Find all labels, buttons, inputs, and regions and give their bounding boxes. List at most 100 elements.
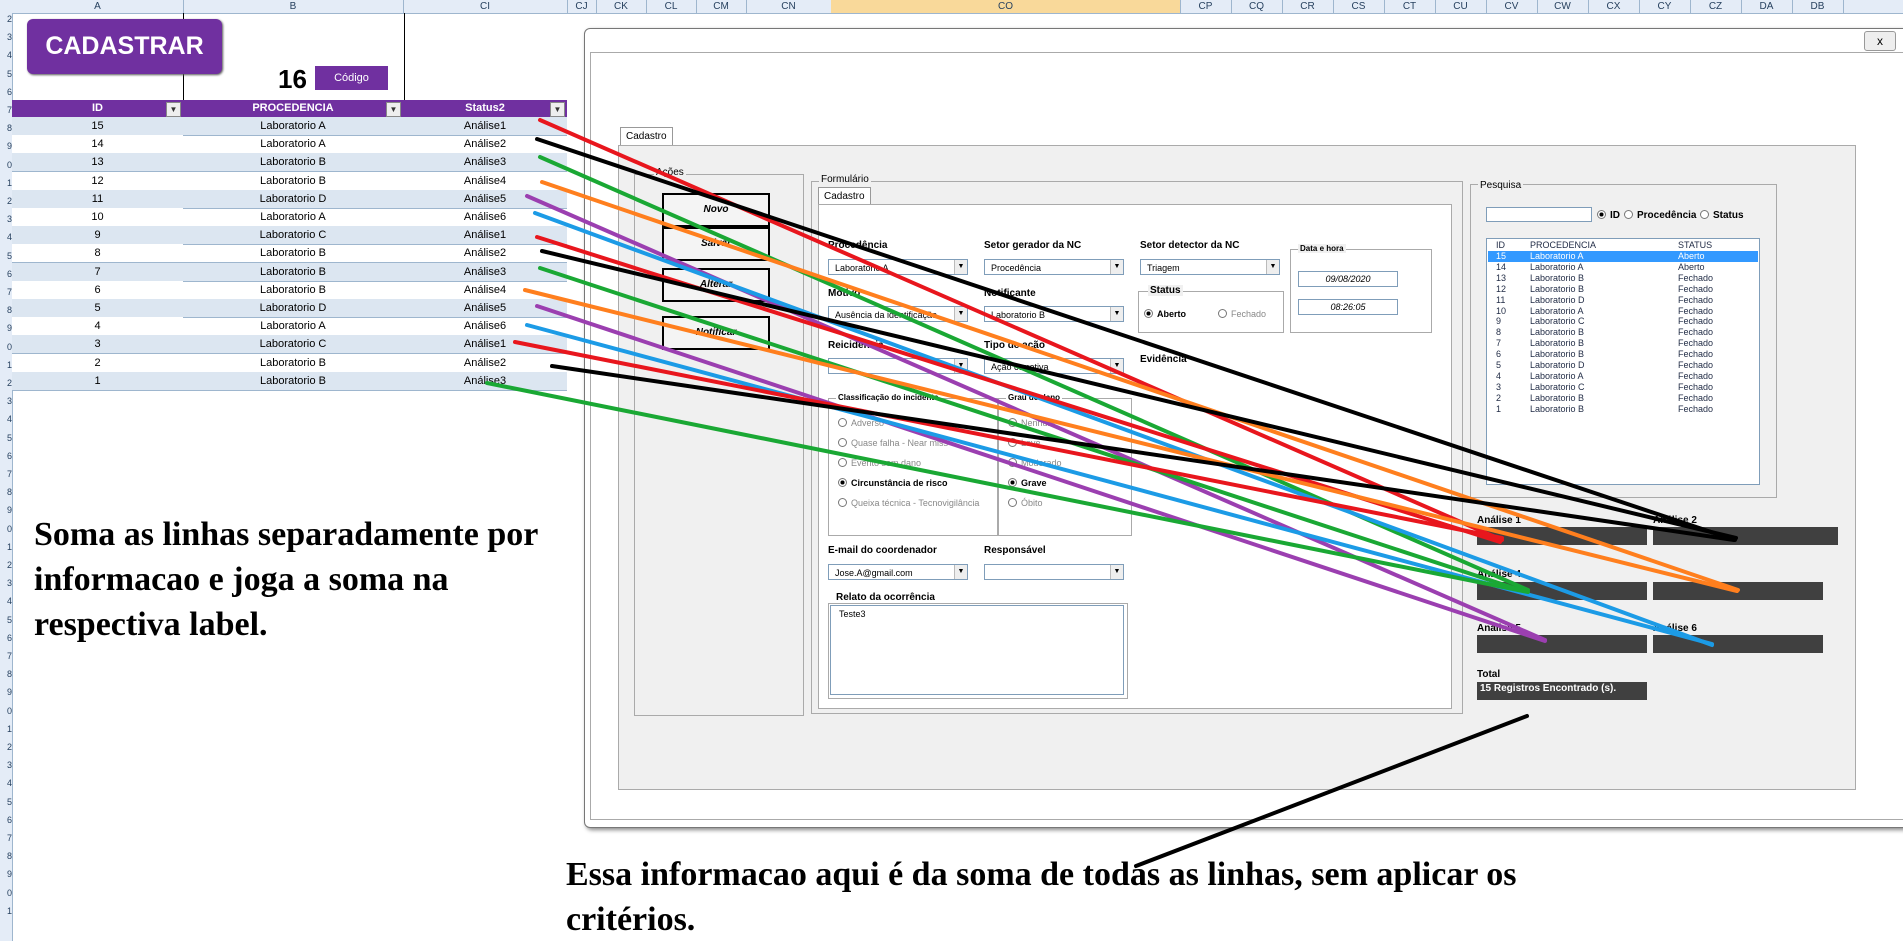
list-item[interactable]: 3 Laboratorio C Fechado <box>1488 382 1758 393</box>
motivo-combo[interactable]: Ausência da identificação ▼ <box>828 306 968 322</box>
column-header-cell[interactable]: CS <box>1333 0 1385 13</box>
list-item[interactable]: 1 Laboratorio B Fechado <box>1488 404 1758 415</box>
classificacao-option[interactable]: Queixa técnica - Tecnovigilância <box>838 498 979 508</box>
row-header-cell[interactable]: 1 <box>0 906 12 916</box>
table-row[interactable]: 4 Laboratorio A Análise6 <box>12 317 567 337</box>
list-item[interactable]: 4 Laboratorio A Fechado <box>1488 371 1758 382</box>
row-header-cell[interactable]: 3 <box>0 760 12 770</box>
list-item[interactable]: 2 Laboratorio B Fechado <box>1488 393 1758 404</box>
chevron-down-icon[interactable]: ▼ <box>1110 359 1123 373</box>
row-header-cell[interactable]: 9 <box>0 869 12 879</box>
row-header-cell[interactable]: 2 <box>0 378 12 388</box>
email-combo[interactable]: Jose.A@gmail.com ▼ <box>828 564 968 580</box>
row-header-cell[interactable]: 2 <box>0 742 12 752</box>
column-header-cell[interactable]: CU <box>1435 0 1487 13</box>
row-header-cell[interactable]: 6 <box>0 815 12 825</box>
chevron-down-icon[interactable]: ▼ <box>1110 565 1123 579</box>
row-header-cell[interactable]: 0 <box>0 888 12 898</box>
table-row[interactable]: 5 Laboratorio D Análise5 <box>12 299 567 318</box>
column-header-cell[interactable]: CX <box>1588 0 1640 13</box>
grau-option[interactable]: Leve <box>1008 438 1041 448</box>
column-header-cell[interactable]: CT <box>1384 0 1436 13</box>
list-item[interactable]: 15 Laboratorio A Aberto <box>1488 251 1758 262</box>
row-header-cell[interactable]: 2 <box>0 196 12 206</box>
search-option-procedencia[interactable]: Procedência <box>1624 210 1696 221</box>
chevron-down-icon[interactable]: ▼ <box>954 359 967 373</box>
table-row[interactable]: 10 Laboratorio A Análise6 <box>12 208 567 227</box>
row-header-cell[interactable]: 7 <box>0 287 12 297</box>
row-header-cell[interactable]: 8 <box>0 487 12 497</box>
row-header-cell[interactable]: 1 <box>0 724 12 734</box>
row-header-cell[interactable]: 8 <box>0 305 12 315</box>
list-item[interactable]: 7 Laboratorio B Fechado <box>1488 338 1758 349</box>
grau-option[interactable]: Grave <box>1008 478 1047 488</box>
row-header-cell[interactable]: 4 <box>0 778 12 788</box>
row-header-cell[interactable]: 3 <box>0 578 12 588</box>
list-item[interactable]: 11 Laboratorio D Fechado <box>1488 295 1758 306</box>
list-item[interactable]: 10 Laboratorio A Fechado <box>1488 306 1758 317</box>
column-header-cell[interactable]: CR <box>1282 0 1334 13</box>
row-header-cell[interactable]: 6 <box>0 87 12 97</box>
date-field[interactable]: 09/08/2020 <box>1298 271 1398 287</box>
row-header-cell[interactable]: 7 <box>0 651 12 661</box>
notificar-button[interactable]: Notificar <box>662 316 770 350</box>
row-header-cell[interactable]: 5 <box>0 797 12 807</box>
filter-dropdown-icon[interactable]: ▼ <box>386 102 401 117</box>
row-header-cell[interactable]: 1 <box>0 178 12 188</box>
row-header-cell[interactable]: 5 <box>0 69 12 79</box>
tab-cadastro-inner[interactable]: Cadastro <box>818 187 871 205</box>
row-header-cell[interactable]: 6 <box>0 451 12 461</box>
column-header-cell[interactable]: CK <box>596 0 647 13</box>
row-header-cell[interactable]: 4 <box>0 414 12 424</box>
row-header-cell[interactable]: 8 <box>0 669 12 679</box>
close-icon[interactable]: x <box>1864 31 1896 51</box>
row-header-cell[interactable]: 7 <box>0 833 12 843</box>
table-row[interactable]: 1 Laboratorio B Análise3 <box>12 371 567 391</box>
list-item[interactable]: 14 Laboratorio A Aberto <box>1488 262 1758 273</box>
novo-button[interactable]: Novo <box>662 193 770 227</box>
column-header-cell[interactable]: CM <box>696 0 747 13</box>
grau-option[interactable]: Óbito <box>1008 498 1043 508</box>
column-header-cell[interactable]: CV <box>1486 0 1538 13</box>
filter-dropdown-icon[interactable]: ▼ <box>550 102 565 117</box>
grau-option[interactable]: Nenhum <box>1008 418 1055 428</box>
setor-detector-combo[interactable]: Triagem ▼ <box>1140 259 1280 275</box>
column-header-cell[interactable]: DB <box>1792 0 1844 13</box>
tab-cadastro[interactable]: Cadastro <box>620 127 673 145</box>
row-header-cell[interactable]: 3 <box>0 32 12 42</box>
reicidencia-combo[interactable]: ▼ <box>828 358 968 374</box>
row-header-cell[interactable]: 8 <box>0 123 12 133</box>
classificacao-option[interactable]: Circunstância de risco <box>838 478 948 488</box>
results-listbox[interactable]: ID PROCEDENCIA STATUS 15 Laboratorio A Abe… <box>1486 238 1760 485</box>
table-row[interactable]: 12 Laboratorio B Análise4 <box>12 171 567 191</box>
responsavel-combo[interactable]: ▼ <box>984 564 1124 580</box>
list-item[interactable]: 5 Laboratorio D Fechado <box>1488 360 1758 371</box>
column-header-cell[interactable]: CI <box>403 0 568 13</box>
status-aberto-radio[interactable]: Aberto <box>1144 309 1186 319</box>
list-item[interactable]: 12 Laboratorio B Fechado <box>1488 284 1758 295</box>
column-header-cell[interactable]: CJ <box>567 0 597 13</box>
cadastrar-button[interactable]: CADASTRAR <box>27 19 222 74</box>
setor-gerador-combo[interactable]: Procedência ▼ <box>984 259 1124 275</box>
column-header-cell[interactable]: B <box>183 0 404 13</box>
row-header-cell[interactable]: 7 <box>0 469 12 479</box>
row-header-cell[interactable]: 4 <box>0 596 12 606</box>
table-row[interactable]: 11 Laboratorio D Análise5 <box>12 189 567 209</box>
table-row[interactable]: 15 Laboratorio A Análise1 <box>12 117 567 136</box>
row-header-cell[interactable]: 5 <box>0 615 12 625</box>
chevron-down-icon[interactable]: ▼ <box>954 565 967 579</box>
notificante-combo[interactable]: Laboratorio B ▼ <box>984 306 1124 322</box>
chevron-down-icon[interactable]: ▼ <box>954 307 967 321</box>
column-header-cell[interactable]: CP <box>1180 0 1232 13</box>
row-header-cell[interactable]: 2 <box>0 14 12 24</box>
row-header-cell[interactable]: 0 <box>0 524 12 534</box>
row-header-cell[interactable]: 1 <box>0 360 12 370</box>
column-header-cell[interactable]: A <box>12 0 184 13</box>
column-header-cell[interactable]: CN <box>746 0 832 13</box>
grau-option[interactable]: Moderado <box>1008 458 1062 468</box>
row-header-cell[interactable]: 0 <box>0 160 12 170</box>
table-row[interactable]: 6 Laboratorio B Análise4 <box>12 280 567 300</box>
chevron-down-icon[interactable]: ▼ <box>1266 260 1279 274</box>
salvar-button[interactable]: Salvar <box>662 227 770 261</box>
chevron-down-icon[interactable]: ▼ <box>1110 260 1123 274</box>
